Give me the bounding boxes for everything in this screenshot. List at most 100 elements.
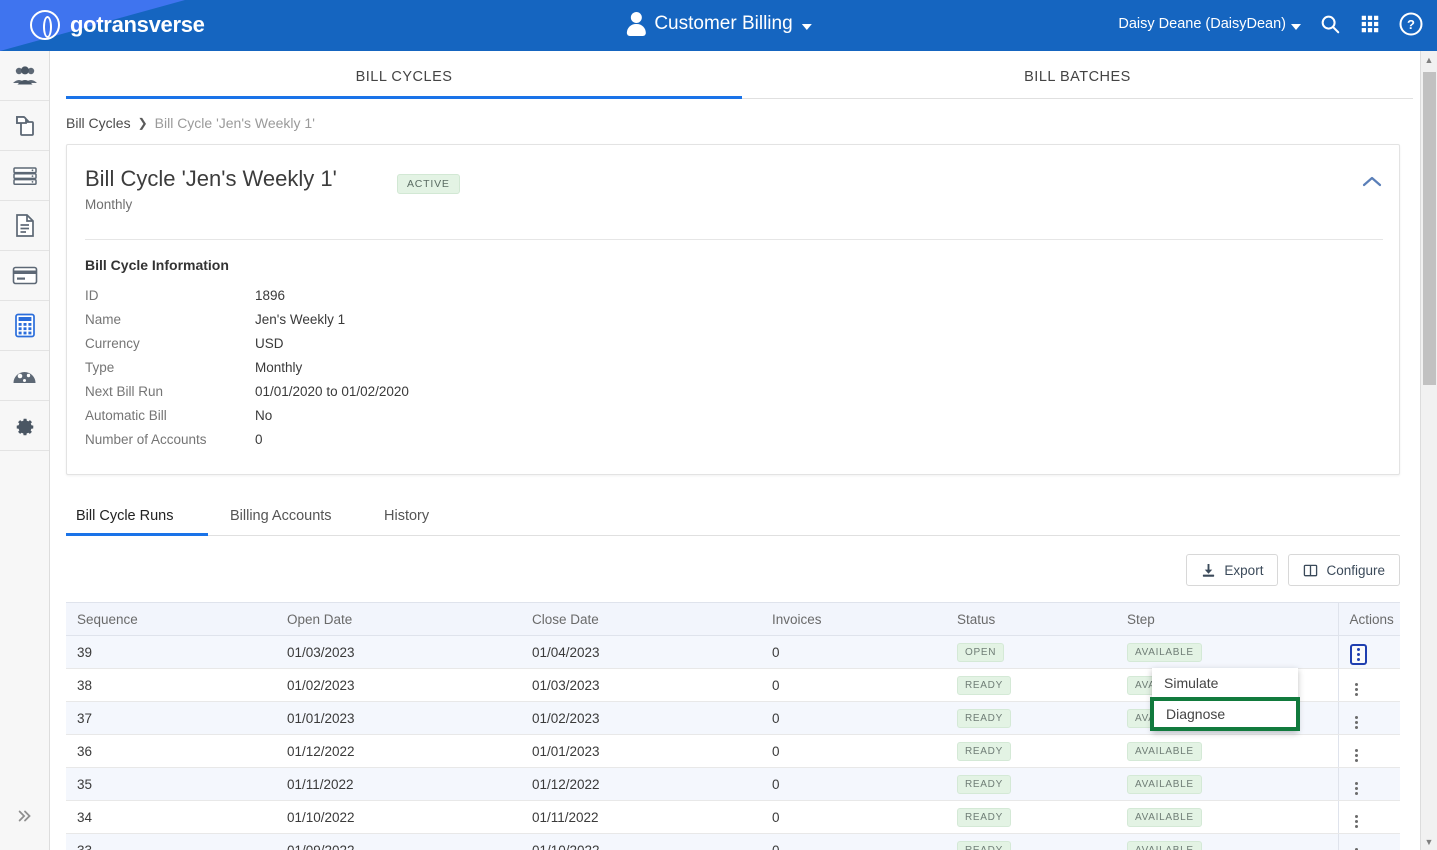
table-row[interactable]: 39 01/03/2023 01/04/2023 0 OPEN AVAILABL… — [66, 635, 1400, 669]
cell-sequence: 33 — [66, 833, 276, 850]
kebab-menu-icon[interactable] — [1350, 683, 1364, 696]
document-icon — [15, 214, 34, 237]
gauge-dashboard-icon — [13, 371, 36, 383]
cell-step: AVAILABLE — [1116, 833, 1216, 850]
cell-invoices: 0 — [761, 734, 946, 768]
cell-status: OPEN — [946, 635, 1116, 669]
search-icon[interactable] — [1319, 13, 1341, 35]
cell-step: AVAILABLE — [1116, 734, 1216, 768]
circle-logo-icon — [30, 10, 60, 40]
menu-item-simulate[interactable]: Simulate — [1152, 668, 1298, 698]
info-label: Next Bill Run — [85, 384, 164, 399]
configure-label: Configure — [1326, 562, 1385, 578]
column-header-open-date[interactable]: Open Date — [276, 602, 521, 636]
breadcrumb-separator-icon: ❯ — [137, 116, 148, 130]
cell-close-date: 01/03/2023 — [521, 668, 761, 702]
cell-close-date: 01/12/2022 — [521, 767, 761, 801]
grid-apps-icon[interactable] — [1359, 13, 1381, 35]
sidebar-item-billing[interactable] — [0, 301, 49, 351]
sidebar-item-catalog[interactable] — [0, 151, 49, 201]
card-subtitle: Monthly — [85, 197, 133, 212]
cell-spacer — [1216, 635, 1338, 669]
sidebar-item-invoices[interactable] — [0, 201, 49, 251]
column-header-close-date[interactable]: Close Date — [521, 602, 761, 636]
cell-invoices: 0 — [761, 701, 946, 735]
users-icon — [12, 65, 37, 84]
cell-spacer — [1216, 767, 1338, 801]
kebab-menu-icon[interactable] — [1350, 716, 1364, 729]
status-badge: READY — [957, 840, 1011, 850]
tab-bill-batches[interactable]: BILL BATCHES — [742, 69, 1413, 85]
vertical-scrollbar[interactable]: ▲ ▼ — [1420, 51, 1437, 850]
cell-open-date: 01/09/2022 — [276, 833, 521, 850]
status-badge: ACTIVE — [397, 174, 460, 194]
cell-actions — [1337, 767, 1400, 801]
kebab-menu-icon[interactable] — [1349, 644, 1367, 665]
context-label: Customer Billing — [654, 13, 793, 34]
kebab-menu-icon[interactable] — [1350, 815, 1364, 828]
sidebar-item-payments[interactable] — [0, 251, 49, 301]
sidebar-expand-toggle[interactable] — [0, 807, 49, 825]
info-label: Number of Accounts — [85, 432, 207, 447]
info-value: 01/01/2020 to 01/02/2020 — [255, 384, 409, 399]
info-row: Automatic Bill No — [85, 408, 409, 432]
column-header-invoices[interactable]: Invoices — [761, 602, 946, 636]
gear-icon — [16, 418, 34, 436]
table-row[interactable]: 34 01/10/2022 01/11/2022 0 READY AVAILAB… — [66, 800, 1400, 834]
user-menu[interactable]: Daisy Deane (DaisyDean) — [1118, 16, 1301, 32]
tab-bill-cycles[interactable]: BILL CYCLES — [66, 69, 742, 85]
sidebar-item-customers[interactable] — [0, 51, 49, 101]
cell-sequence: 37 — [66, 701, 276, 735]
status-badge: READY — [957, 708, 1011, 728]
cell-step: AVAILABLE — [1116, 800, 1216, 834]
active-tab-indicator — [66, 96, 742, 99]
cell-sequence: 36 — [66, 734, 276, 768]
cell-status: READY — [946, 701, 1116, 735]
cell-status: READY — [946, 668, 1116, 702]
kebab-menu-icon[interactable] — [1350, 782, 1364, 795]
triangle-up-icon[interactable]: ▲ — [1421, 51, 1437, 68]
context-selector[interactable]: Customer Billing — [625, 11, 812, 37]
cell-open-date: 01/02/2023 — [276, 668, 521, 702]
kebab-menu-icon[interactable] — [1350, 749, 1364, 762]
card-collapse-toggle[interactable] — [1361, 175, 1383, 194]
cell-actions — [1337, 800, 1400, 834]
cell-open-date: 01/11/2022 — [276, 767, 521, 801]
configure-button[interactable]: Configure — [1288, 554, 1400, 586]
help-circle-icon[interactable]: ? — [1399, 12, 1423, 36]
cell-sequence: 34 — [66, 800, 276, 834]
sidebar-item-reports[interactable] — [0, 351, 49, 401]
triangle-down-icon[interactable]: ▼ — [1421, 833, 1437, 850]
breadcrumb-root[interactable]: Bill Cycles — [66, 115, 131, 131]
sidebar-item-products[interactable] — [0, 101, 49, 151]
cell-close-date: 01/11/2022 — [521, 800, 761, 834]
download-icon — [1203, 563, 1215, 577]
chevron-down-icon — [1291, 24, 1301, 30]
cell-actions — [1337, 635, 1400, 669]
table-row[interactable]: 33 01/09/2022 01/10/2022 0 READY AVAILAB… — [66, 833, 1400, 850]
table-row[interactable]: 35 01/11/2022 01/12/2022 0 READY AVAILAB… — [66, 767, 1400, 801]
copy-documents-icon — [15, 115, 34, 136]
menu-item-diagnose[interactable]: Diagnose — [1150, 697, 1300, 731]
export-label: Export — [1224, 562, 1264, 578]
info-section-heading: Bill Cycle Information — [85, 257, 229, 273]
tab-billing-accounts[interactable]: Billing Accounts — [230, 508, 332, 524]
sidebar-item-settings[interactable] — [0, 401, 49, 451]
tab-bill-cycle-runs[interactable]: Bill Cycle Runs — [76, 508, 174, 524]
left-sidebar — [0, 51, 50, 850]
tab-history[interactable]: History — [384, 508, 429, 524]
scrollbar-thumb[interactable] — [1423, 72, 1436, 385]
chevron-down-icon — [801, 24, 812, 30]
brand-logo-area[interactable]: gotransverse — [30, 10, 205, 40]
export-button[interactable]: Export — [1186, 554, 1279, 586]
table-row[interactable]: 36 01/12/2022 01/01/2023 0 READY AVAILAB… — [66, 734, 1400, 768]
cell-open-date: 01/12/2022 — [276, 734, 521, 768]
column-header-step[interactable]: Step — [1116, 602, 1216, 636]
info-label: Automatic Bill — [85, 408, 167, 423]
column-header-sequence[interactable]: Sequence — [66, 602, 276, 636]
cell-invoices: 0 — [761, 668, 946, 702]
svg-text:?: ? — [1407, 17, 1415, 32]
column-header-status[interactable]: Status — [946, 602, 1116, 636]
top-header-bar: gotransverse Customer Billing Daisy Dean… — [0, 0, 1437, 51]
row-action-menu: Simulate Diagnose — [1150, 668, 1300, 731]
